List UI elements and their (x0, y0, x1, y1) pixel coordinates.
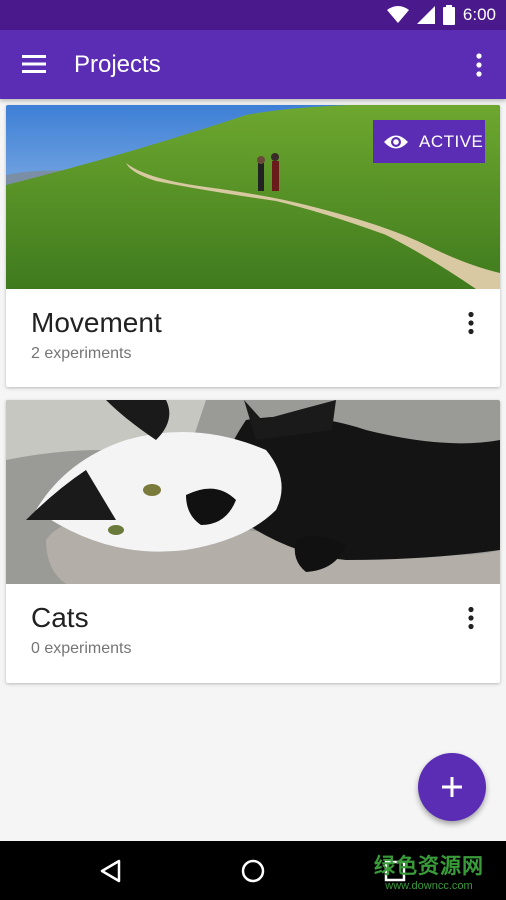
signal-icon (416, 6, 435, 24)
project-image-movement: ACTIVE (6, 105, 500, 289)
project-title: Movement (31, 307, 162, 338)
watermark: 绿色资源网 www.downcc.com (374, 850, 484, 892)
more-vertical-icon[interactable] (466, 606, 476, 630)
project-card-body: Movement 2 experiments (6, 289, 500, 387)
active-badge: ACTIVE (373, 120, 485, 163)
status-bar: 6:00 (0, 0, 506, 30)
project-card-cats[interactable]: Cats 0 experiments (6, 400, 500, 683)
project-experiment-count: 0 experiments (31, 640, 132, 657)
more-vertical-icon[interactable] (466, 311, 476, 335)
project-card-body: Cats 0 experiments (6, 584, 500, 683)
back-triangle-icon[interactable] (98, 858, 124, 884)
status-time: 6:00 (462, 5, 496, 24)
project-card-movement[interactable]: ACTIVE Movement 2 experiments (6, 105, 500, 387)
plus-icon (442, 777, 462, 797)
project-experiment-count: 2 experiments (31, 345, 132, 362)
hamburger-menu-icon[interactable] (22, 54, 46, 74)
wifi-icon (386, 6, 409, 23)
battery-icon (442, 5, 455, 25)
app-bar: Projects (0, 30, 506, 99)
page-title: Projects (74, 51, 161, 78)
project-image-cats (6, 400, 500, 584)
more-vertical-icon[interactable] (474, 52, 484, 78)
project-title: Cats (31, 602, 89, 633)
watermark-text: 绿色资源网 (374, 855, 484, 878)
active-badge-label: ACTIVE (419, 131, 484, 151)
home-circle-icon[interactable] (240, 858, 266, 884)
eye-icon (384, 135, 408, 148)
watermark-url: www.downcc.com (385, 880, 473, 892)
add-project-button[interactable] (418, 753, 486, 821)
status-icons: 6:00 (386, 5, 496, 25)
